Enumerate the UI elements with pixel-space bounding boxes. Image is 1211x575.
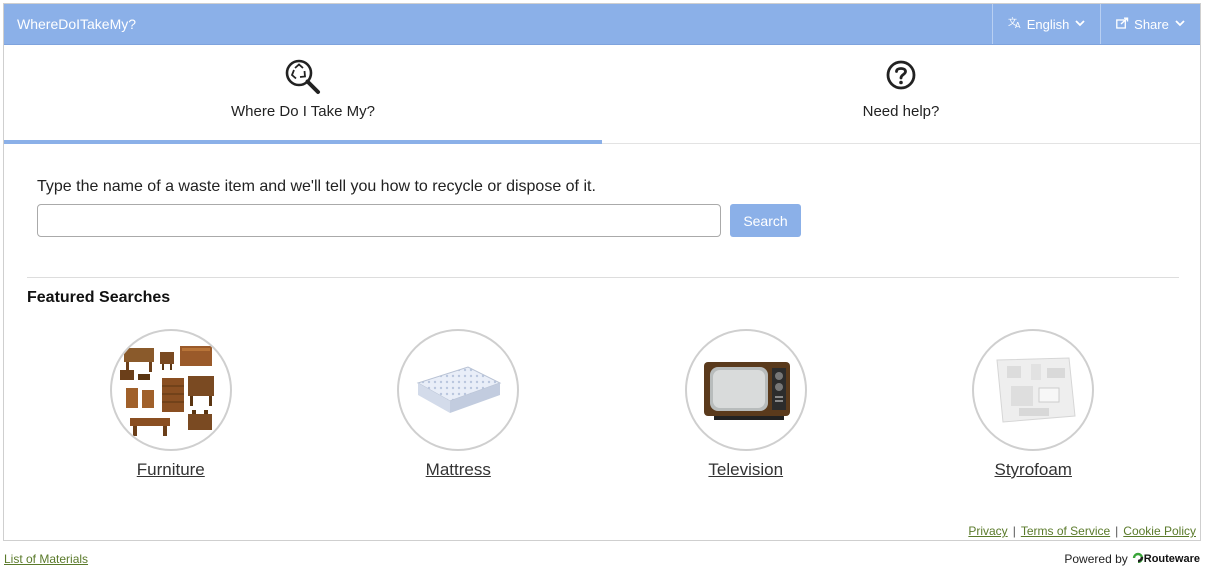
chevron-down-icon bbox=[1175, 19, 1185, 30]
top-bar: WhereDoITakeMy? 文A English Share bbox=[4, 4, 1200, 45]
app-frame: WhereDoITakeMy? 文A English Share Where D… bbox=[3, 3, 1201, 541]
tab-label: Where Do I Take My? bbox=[231, 103, 375, 120]
mattress-image[interactable] bbox=[397, 329, 520, 451]
featured-item-label[interactable]: Furniture bbox=[137, 460, 205, 480]
search-prompt: Type the name of a waste item and we'll … bbox=[37, 178, 596, 195]
translate-icon: 文A bbox=[1008, 16, 1022, 32]
chevron-down-icon bbox=[1075, 19, 1085, 30]
featured-item-television[interactable]: Television bbox=[602, 329, 890, 480]
featured-searches: Furniture Mattress Television Styrofoam bbox=[27, 329, 1177, 480]
terms-of-service-link[interactable]: Terms of Service bbox=[1021, 524, 1110, 538]
share-label: Share bbox=[1134, 16, 1169, 32]
powered-by-text: Powered by bbox=[1064, 552, 1128, 566]
footer-powered-by: Powered by Routeware bbox=[1064, 552, 1200, 566]
styrofoam-image[interactable] bbox=[972, 329, 1095, 451]
language-selector[interactable]: 文A English bbox=[992, 4, 1100, 44]
footer-left: List of Materials bbox=[4, 552, 88, 566]
featured-item-furniture[interactable]: Furniture bbox=[27, 329, 315, 480]
featured-item-label[interactable]: Television bbox=[708, 460, 783, 480]
language-label: English bbox=[1026, 16, 1070, 32]
legal-links: Privacy | Terms of Service | Cookie Policy bbox=[968, 524, 1196, 538]
featured-item-mattress[interactable]: Mattress bbox=[315, 329, 603, 480]
brand-title[interactable]: WhereDoITakeMy? bbox=[17, 16, 992, 32]
link-separator: | bbox=[1012, 524, 1016, 538]
routeware-logo-icon bbox=[1132, 552, 1144, 566]
tab-label: Need help? bbox=[862, 103, 940, 120]
furniture-image[interactable] bbox=[109, 329, 232, 451]
search-input[interactable] bbox=[37, 204, 721, 237]
search-button[interactable]: Search bbox=[730, 204, 801, 237]
recycle-search-icon bbox=[284, 59, 322, 95]
tab-need-help[interactable]: Need help? bbox=[602, 45, 1200, 143]
featured-item-styrofoam[interactable]: Styrofoam bbox=[890, 329, 1178, 480]
share-icon bbox=[1116, 17, 1129, 32]
cookie-policy-link[interactable]: Cookie Policy bbox=[1123, 524, 1196, 538]
search-row: Search bbox=[37, 204, 1177, 237]
privacy-link[interactable]: Privacy bbox=[968, 524, 1007, 538]
list-of-materials-link[interactable]: List of Materials bbox=[4, 552, 88, 566]
featured-item-label[interactable]: Mattress bbox=[426, 460, 491, 480]
television-image[interactable] bbox=[684, 329, 807, 451]
tab-bar: Where Do I Take My? Need help? bbox=[4, 45, 1200, 144]
section-divider bbox=[27, 277, 1179, 278]
routeware-logo[interactable]: Routeware bbox=[1132, 552, 1200, 566]
link-separator: | bbox=[1115, 524, 1119, 538]
svg-text:A: A bbox=[1015, 21, 1021, 29]
tab-where-do-i-take-my[interactable]: Where Do I Take My? bbox=[4, 45, 602, 144]
featured-item-label[interactable]: Styrofoam bbox=[995, 460, 1072, 480]
question-circle-icon bbox=[885, 59, 917, 95]
share-menu[interactable]: Share bbox=[1100, 4, 1200, 44]
featured-searches-title: Featured Searches bbox=[27, 289, 171, 306]
main-content: Type the name of a waste item and we'll … bbox=[4, 178, 1200, 480]
routeware-brand: Routeware bbox=[1143, 553, 1200, 565]
